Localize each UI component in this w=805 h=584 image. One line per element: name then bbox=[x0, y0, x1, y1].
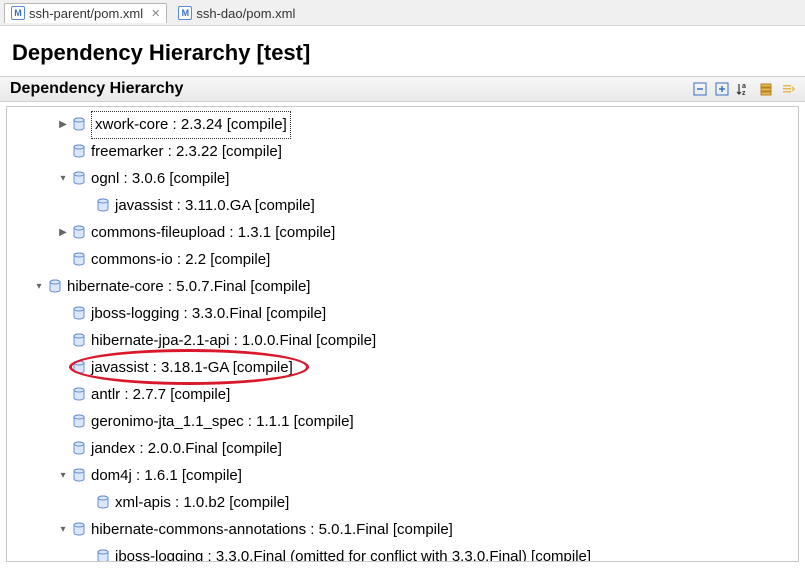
tree-row[interactable]: ▾ hibernate-core : 5.0.7.Final [compile] bbox=[13, 273, 794, 300]
page-title: Dependency Hierarchy [test] bbox=[0, 26, 805, 76]
jar-icon bbox=[71, 144, 87, 160]
jar-icon bbox=[71, 468, 87, 484]
dependency-tree: ▶ xwork-core : 2.3.24 [compile]freemarker… bbox=[7, 107, 798, 561]
chevron-down-icon[interactable]: ▾ bbox=[31, 274, 47, 300]
filter-button[interactable] bbox=[757, 80, 775, 98]
tab-ssh-dao-pom[interactable]: M ssh-dao/pom.xml bbox=[171, 3, 302, 23]
jar-icon bbox=[71, 225, 87, 241]
node-label: geronimo-jta_1.1_spec : 1.1.1 [compile] bbox=[91, 409, 354, 435]
node-label: hibernate-core : 5.0.7.Final [compile] bbox=[67, 274, 310, 300]
tree-row[interactable]: antlr : 2.7.7 [compile] bbox=[13, 381, 794, 408]
tree-row[interactable]: jboss-logging : 3.3.0.Final [compile] bbox=[13, 300, 794, 327]
svg-text:z: z bbox=[742, 90, 746, 96]
filter-icon bbox=[759, 82, 773, 96]
jar-icon bbox=[71, 360, 87, 376]
node-label: hibernate-jpa-2.1-api : 1.0.0.Final [com… bbox=[91, 328, 376, 354]
view-menu-icon bbox=[781, 82, 795, 96]
jar-icon bbox=[71, 387, 87, 403]
tree-scroll[interactable]: ▶ xwork-core : 2.3.24 [compile]freemarker… bbox=[7, 107, 798, 561]
node-label: xwork-core : 2.3.24 [compile] bbox=[91, 111, 291, 139]
node-label: freemarker : 2.3.22 [compile] bbox=[91, 139, 282, 165]
jar-icon bbox=[71, 171, 87, 187]
chevron-down-icon[interactable]: ▾ bbox=[55, 517, 71, 543]
section-toolbar: az bbox=[691, 80, 797, 98]
close-icon[interactable]: ✕ bbox=[151, 7, 160, 20]
node-label: javassist : 3.11.0.GA [compile] bbox=[115, 193, 315, 219]
maven-file-icon: M bbox=[178, 6, 192, 20]
sort-button[interactable]: az bbox=[735, 80, 753, 98]
jar-icon bbox=[71, 333, 87, 349]
node-label: xml-apis : 1.0.b2 [compile] bbox=[115, 490, 289, 516]
chevron-right-icon[interactable]: ▶ bbox=[55, 220, 71, 246]
node-label: hibernate-commons-annotations : 5.0.1.Fi… bbox=[91, 517, 453, 543]
expand-all-button[interactable] bbox=[713, 80, 731, 98]
tree-row[interactable]: jboss-logging : 3.3.0.Final (omitted for… bbox=[13, 543, 794, 561]
chevron-down-icon[interactable]: ▾ bbox=[55, 463, 71, 489]
chevron-right-icon[interactable]: ▶ bbox=[55, 112, 71, 138]
tree-row[interactable]: ▾ dom4j : 1.6.1 [compile] bbox=[13, 462, 794, 489]
tree-row[interactable]: xml-apis : 1.0.b2 [compile] bbox=[13, 489, 794, 516]
jar-icon bbox=[71, 441, 87, 457]
tree-panel: ▶ xwork-core : 2.3.24 [compile]freemarker… bbox=[6, 106, 799, 562]
tree-row[interactable]: ▾ ognl : 3.0.6 [compile] bbox=[13, 165, 794, 192]
svg-text:a: a bbox=[742, 83, 746, 90]
jar-icon bbox=[95, 549, 111, 562]
jar-icon bbox=[95, 198, 111, 214]
sort-icon: az bbox=[736, 82, 752, 96]
node-label: commons-fileupload : 1.3.1 [compile] bbox=[91, 220, 335, 246]
tree-row[interactable]: jandex : 2.0.0.Final [compile] bbox=[13, 435, 794, 462]
chevron-down-icon[interactable]: ▾ bbox=[55, 166, 71, 192]
node-label: jboss-logging : 3.3.0.Final (omitted for… bbox=[115, 544, 591, 562]
tree-row[interactable]: ▶ commons-fileupload : 1.3.1 [compile] bbox=[13, 219, 794, 246]
section-header: Dependency Hierarchy az bbox=[0, 76, 805, 102]
node-label: javassist : 3.18.1-GA [compile] bbox=[91, 355, 293, 381]
tree-row[interactable]: javassist : 3.18.1-GA [compile] bbox=[13, 354, 794, 381]
jar-icon bbox=[71, 252, 87, 268]
tab-ssh-parent-pom[interactable]: M ssh-parent/pom.xml ✕ bbox=[4, 3, 167, 23]
tree-row[interactable]: ▶ xwork-core : 2.3.24 [compile] bbox=[13, 111, 794, 138]
tree-row[interactable]: hibernate-jpa-2.1-api : 1.0.0.Final [com… bbox=[13, 327, 794, 354]
node-label: jboss-logging : 3.3.0.Final [compile] bbox=[91, 301, 326, 327]
collapse-all-icon bbox=[693, 82, 707, 96]
tree-row[interactable]: geronimo-jta_1.1_spec : 1.1.1 [compile] bbox=[13, 408, 794, 435]
tree-row[interactable]: javassist : 3.11.0.GA [compile] bbox=[13, 192, 794, 219]
tab-label: ssh-parent/pom.xml bbox=[29, 6, 143, 21]
node-label: ognl : 3.0.6 [compile] bbox=[91, 166, 229, 192]
tab-label: ssh-dao/pom.xml bbox=[196, 6, 295, 21]
jar-icon bbox=[71, 306, 87, 322]
jar-icon bbox=[71, 522, 87, 538]
view-menu-button[interactable] bbox=[779, 80, 797, 98]
node-label: commons-io : 2.2 [compile] bbox=[91, 247, 270, 273]
jar-icon bbox=[95, 495, 111, 511]
node-label: antlr : 2.7.7 [compile] bbox=[91, 382, 230, 408]
tree-row[interactable]: freemarker : 2.3.22 [compile] bbox=[13, 138, 794, 165]
tree-row[interactable]: commons-io : 2.2 [compile] bbox=[13, 246, 794, 273]
jar-icon bbox=[71, 414, 87, 430]
maven-file-icon: M bbox=[11, 6, 25, 20]
collapse-all-button[interactable] bbox=[691, 80, 709, 98]
editor-tabs: M ssh-parent/pom.xml ✕ M ssh-dao/pom.xml bbox=[0, 0, 805, 26]
section-title: Dependency Hierarchy bbox=[10, 80, 183, 98]
jar-icon bbox=[71, 117, 87, 133]
node-label: jandex : 2.0.0.Final [compile] bbox=[91, 436, 282, 462]
node-label: dom4j : 1.6.1 [compile] bbox=[91, 463, 242, 489]
expand-all-icon bbox=[715, 82, 729, 96]
tree-row[interactable]: ▾ hibernate-commons-annotations : 5.0.1.F… bbox=[13, 516, 794, 543]
jar-icon bbox=[47, 279, 63, 295]
